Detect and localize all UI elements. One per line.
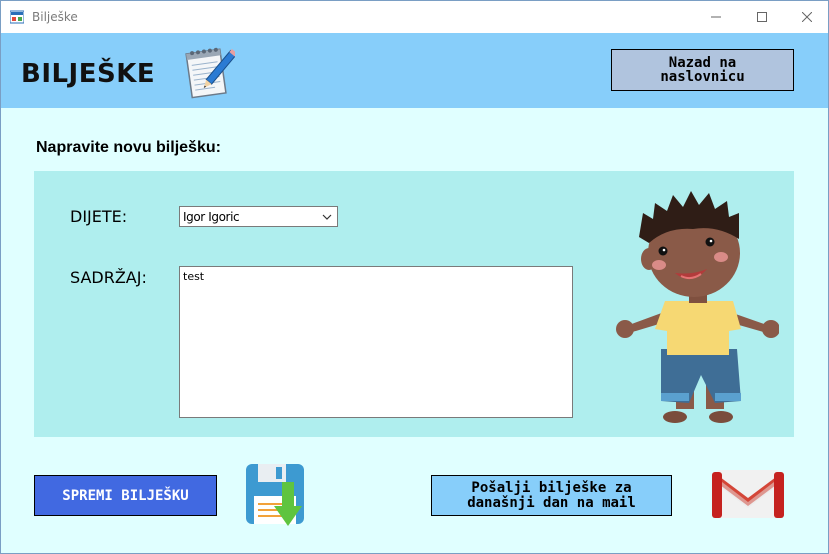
header-bar: BILJEŠKE Nazad na naslovnicu (1, 33, 828, 108)
send-notes-mail-button[interactable]: Pošalji bilješke za današnji dan na mail (431, 475, 672, 516)
close-button[interactable] (784, 1, 828, 33)
child-label: DIJETE: (70, 207, 128, 226)
content-label: SADRŽAJ: (70, 268, 147, 287)
notepad-pencil-icon (185, 47, 235, 99)
app-icon (10, 10, 24, 24)
close-icon (802, 12, 812, 22)
maximize-icon (757, 12, 767, 22)
floppy-disk-download-icon (246, 464, 304, 526)
chevron-down-icon (322, 214, 332, 220)
maximize-button[interactable] (739, 1, 785, 33)
minimize-button[interactable] (693, 1, 739, 33)
child-illustration (616, 191, 779, 423)
form-heading: Napravite novu bilješku: (36, 139, 221, 156)
page-title: BILJEŠKE (21, 59, 156, 89)
note-form-panel: DIJETE: Igor Igoric SADRŽAJ: test (34, 171, 794, 437)
save-note-button[interactable]: SPREMI BILJEŠKU (34, 475, 217, 516)
title-bar[interactable]: Bilješke (1, 1, 828, 33)
note-content-textarea[interactable]: test (179, 266, 573, 418)
minimize-icon (711, 16, 721, 18)
back-to-home-button[interactable]: Nazad na naslovnicu (611, 49, 794, 91)
child-select[interactable]: Igor Igoric (179, 206, 338, 227)
app-window: Bilješke BILJEŠKE Nazad na naslovnicu Na… (0, 0, 829, 554)
gmail-icon (712, 470, 784, 518)
child-select-value: Igor Igoric (183, 210, 240, 224)
window-title: Bilješke (32, 10, 78, 24)
main-content: Napravite novu bilješku: DIJETE: Igor Ig… (1, 108, 828, 553)
